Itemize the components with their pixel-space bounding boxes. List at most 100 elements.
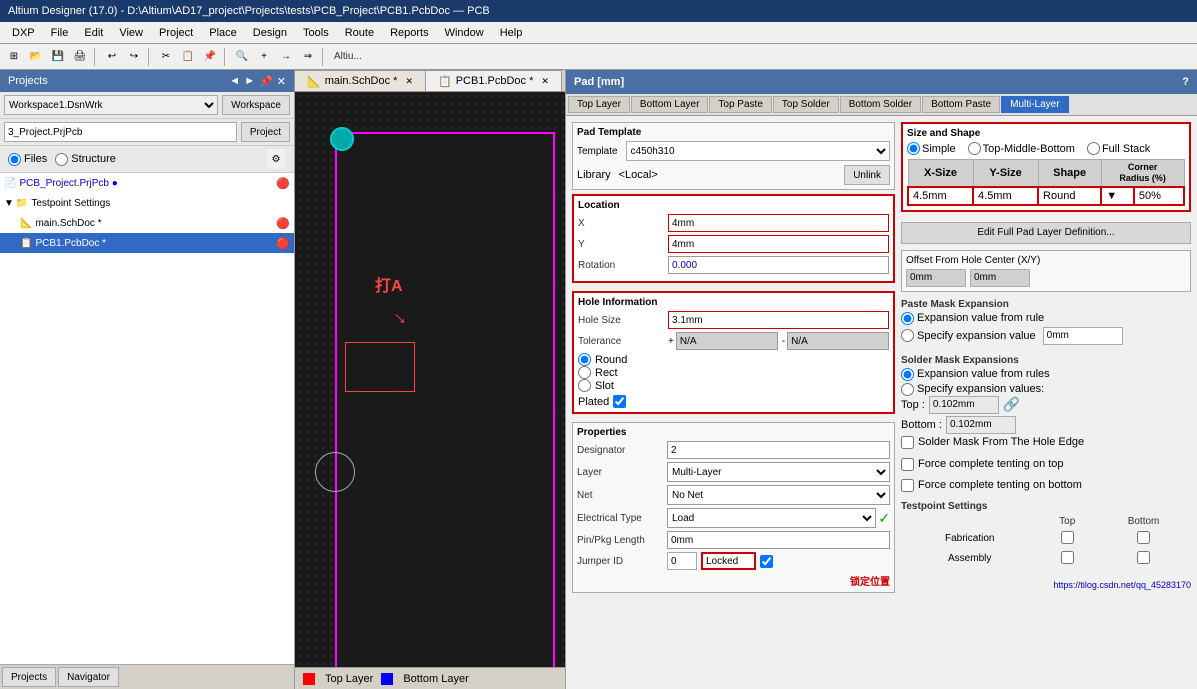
bottom-layer-label[interactable]: Bottom Layer	[403, 673, 468, 685]
jumper-id-spin[interactable]	[667, 552, 697, 570]
assembly-bottom-checkbox[interactable]	[1137, 551, 1150, 564]
workspace-button[interactable]: Workspace	[222, 95, 290, 115]
toolbar-btn-7[interactable]: →	[276, 47, 296, 67]
net-select[interactable]: No Net	[667, 485, 890, 505]
toolbar-btn-1[interactable]: ⊞	[4, 47, 24, 67]
workspace-select[interactable]: Workspace1.DsnWrk	[4, 95, 218, 115]
pcb-pad[interactable]	[330, 127, 354, 151]
solder-top-input[interactable]	[929, 396, 999, 414]
layer-tab-top-paste[interactable]: Top Paste	[709, 96, 771, 113]
menu-view[interactable]: View	[111, 25, 151, 41]
menu-project[interactable]: Project	[151, 25, 201, 41]
simple-radio[interactable]	[907, 142, 920, 155]
layer-tab-bottom[interactable]: Bottom Layer	[631, 96, 708, 113]
layer-tab-bottom-paste[interactable]: Bottom Paste	[922, 96, 1000, 113]
y-input[interactable]	[668, 235, 889, 253]
ysize-cell[interactable]: 4.5mm	[973, 187, 1038, 205]
rect-radio-label[interactable]: Rect	[578, 366, 889, 379]
fabrication-bottom-checkbox[interactable]	[1137, 531, 1150, 544]
files-radio[interactable]	[8, 153, 21, 166]
paste-specify-expansion-label[interactable]: Specify expansion value	[901, 327, 1191, 345]
navigator-tab-btn[interactable]: Navigator	[58, 667, 119, 687]
toolbar-paste[interactable]: 📌	[200, 47, 220, 67]
shape-cell[interactable]: Round	[1038, 187, 1101, 205]
assembly-top-checkbox[interactable]	[1061, 551, 1074, 564]
force-complete-top-checkbox[interactable]	[901, 458, 914, 471]
files-radio-label[interactable]: Files	[8, 153, 47, 166]
structure-radio[interactable]	[55, 153, 68, 166]
toolbar-undo[interactable]: ↩	[102, 47, 122, 67]
menu-reports[interactable]: Reports	[382, 25, 437, 41]
offset-y-input[interactable]	[970, 269, 1030, 287]
top-layer-label[interactable]: Top Layer	[325, 673, 373, 685]
paste-expansion-from-rule-radio[interactable]	[901, 312, 914, 325]
toolbar-btn-5[interactable]: 🔍	[232, 47, 252, 67]
round-radio-label[interactable]: Round	[578, 353, 889, 366]
panel-settings-btn[interactable]: ⚙	[266, 149, 286, 169]
pin-pkg-length-input[interactable]	[667, 531, 890, 549]
slot-radio-label[interactable]: Slot	[578, 379, 889, 392]
solder-specify-expansion-radio[interactable]	[901, 383, 914, 396]
dialog-help-btn[interactable]: ?	[1182, 76, 1189, 88]
tree-item-pcb1-pcbdoc[interactable]: 📋 PCB1.PcbDoc * 🔴	[0, 233, 294, 253]
menu-file[interactable]: File	[43, 25, 77, 41]
force-complete-bottom-checkbox[interactable]	[901, 479, 914, 492]
tab-pcb1-close[interactable]: ✕	[541, 76, 549, 87]
toolbar-btn-6[interactable]: +	[254, 47, 274, 67]
from-hole-edge-checkbox[interactable]	[901, 436, 914, 449]
close-icon[interactable]: ✕	[277, 75, 286, 88]
toolbar-redo[interactable]: ↪	[124, 47, 144, 67]
structure-radio-label[interactable]: Structure	[55, 153, 116, 166]
layer-tab-top[interactable]: Top Layer	[568, 96, 630, 113]
menu-window[interactable]: Window	[437, 25, 492, 41]
solder-bottom-input[interactable]	[946, 416, 1016, 434]
source-docs-expand[interactable]: ▼	[4, 198, 14, 209]
menu-dxp[interactable]: DXP	[4, 25, 43, 41]
electrical-type-select[interactable]: Load	[667, 508, 876, 528]
top-mid-bottom-radio-label[interactable]: Top-Middle-Bottom	[968, 142, 1075, 155]
toolbar-cut[interactable]: ✂	[156, 47, 176, 67]
solder-expansion-from-rules-label[interactable]: Expansion value from rules	[901, 368, 1191, 381]
edit-full-pad-btn[interactable]: Edit Full Pad Layer Definition...	[901, 222, 1191, 244]
xsize-cell[interactable]: 4.5mm	[908, 187, 973, 205]
projects-tab-btn[interactable]: Projects	[2, 667, 56, 687]
round-radio[interactable]	[578, 353, 591, 366]
corner-pct-cell[interactable]: 50%	[1134, 187, 1184, 205]
tab-main-schdoc[interactable]: 📐 main.SchDoc * ✕	[295, 70, 426, 91]
from-hole-edge-label[interactable]: Solder Mask From The Hole Edge	[901, 436, 1191, 449]
layer-select[interactable]: Multi-Layer	[667, 462, 890, 482]
tree-item-pcb-project[interactable]: 📄 PCB_Project.PrjPcb ● 🔴	[0, 173, 294, 193]
unlink-btn[interactable]: Unlink	[844, 165, 890, 185]
layer-tab-bottom-solder[interactable]: Bottom Solder	[840, 96, 921, 113]
tree-item-source-docs[interactable]: ▼ 📁 Testpoint Settings	[0, 193, 294, 213]
simple-radio-label[interactable]: Simple	[907, 142, 956, 155]
paste-specify-expansion-radio[interactable]	[901, 329, 914, 342]
toolbar-btn-4[interactable]: 🖨	[70, 47, 90, 67]
tree-item-main-schdoc[interactable]: 📐 main.SchDoc * 🔴	[0, 213, 294, 233]
tab-pcb1-pcbdoc[interactable]: 📋 PCB1.PcbDoc * ✕	[426, 70, 562, 91]
force-complete-bottom-label[interactable]: Force complete tenting on bottom	[901, 479, 1191, 492]
layer-tab-multi[interactable]: Multi-Layer	[1001, 96, 1068, 113]
pcb-canvas[interactable]: 打A ↑	[295, 92, 565, 667]
tolerance-plus-input[interactable]	[676, 332, 778, 350]
nav-right-icon[interactable]: ►	[244, 75, 255, 88]
project-button[interactable]: Project	[241, 122, 290, 142]
shape-dropdown-cell[interactable]: ▼	[1101, 187, 1134, 205]
top-mid-bottom-radio[interactable]	[968, 142, 981, 155]
paste-expansion-value-input[interactable]	[1043, 327, 1123, 345]
plated-checkbox[interactable]	[613, 395, 626, 408]
fabrication-top-checkbox[interactable]	[1061, 531, 1074, 544]
solder-expansion-from-rules-radio[interactable]	[901, 368, 914, 381]
pin-icon[interactable]: 📌	[259, 75, 273, 88]
offset-x-input[interactable]	[906, 269, 966, 287]
menu-design[interactable]: Design	[245, 25, 295, 41]
full-stack-radio[interactable]	[1087, 142, 1100, 155]
slot-radio[interactable]	[578, 379, 591, 392]
rotation-input[interactable]	[668, 256, 889, 274]
hole-size-input[interactable]	[668, 311, 889, 329]
locked-input[interactable]	[701, 552, 756, 570]
layer-tab-top-solder[interactable]: Top Solder	[773, 96, 839, 113]
menu-help[interactable]: Help	[492, 25, 531, 41]
menu-tools[interactable]: Tools	[295, 25, 337, 41]
solder-specify-expansion-label[interactable]: Specify expansion values:	[901, 383, 1191, 396]
